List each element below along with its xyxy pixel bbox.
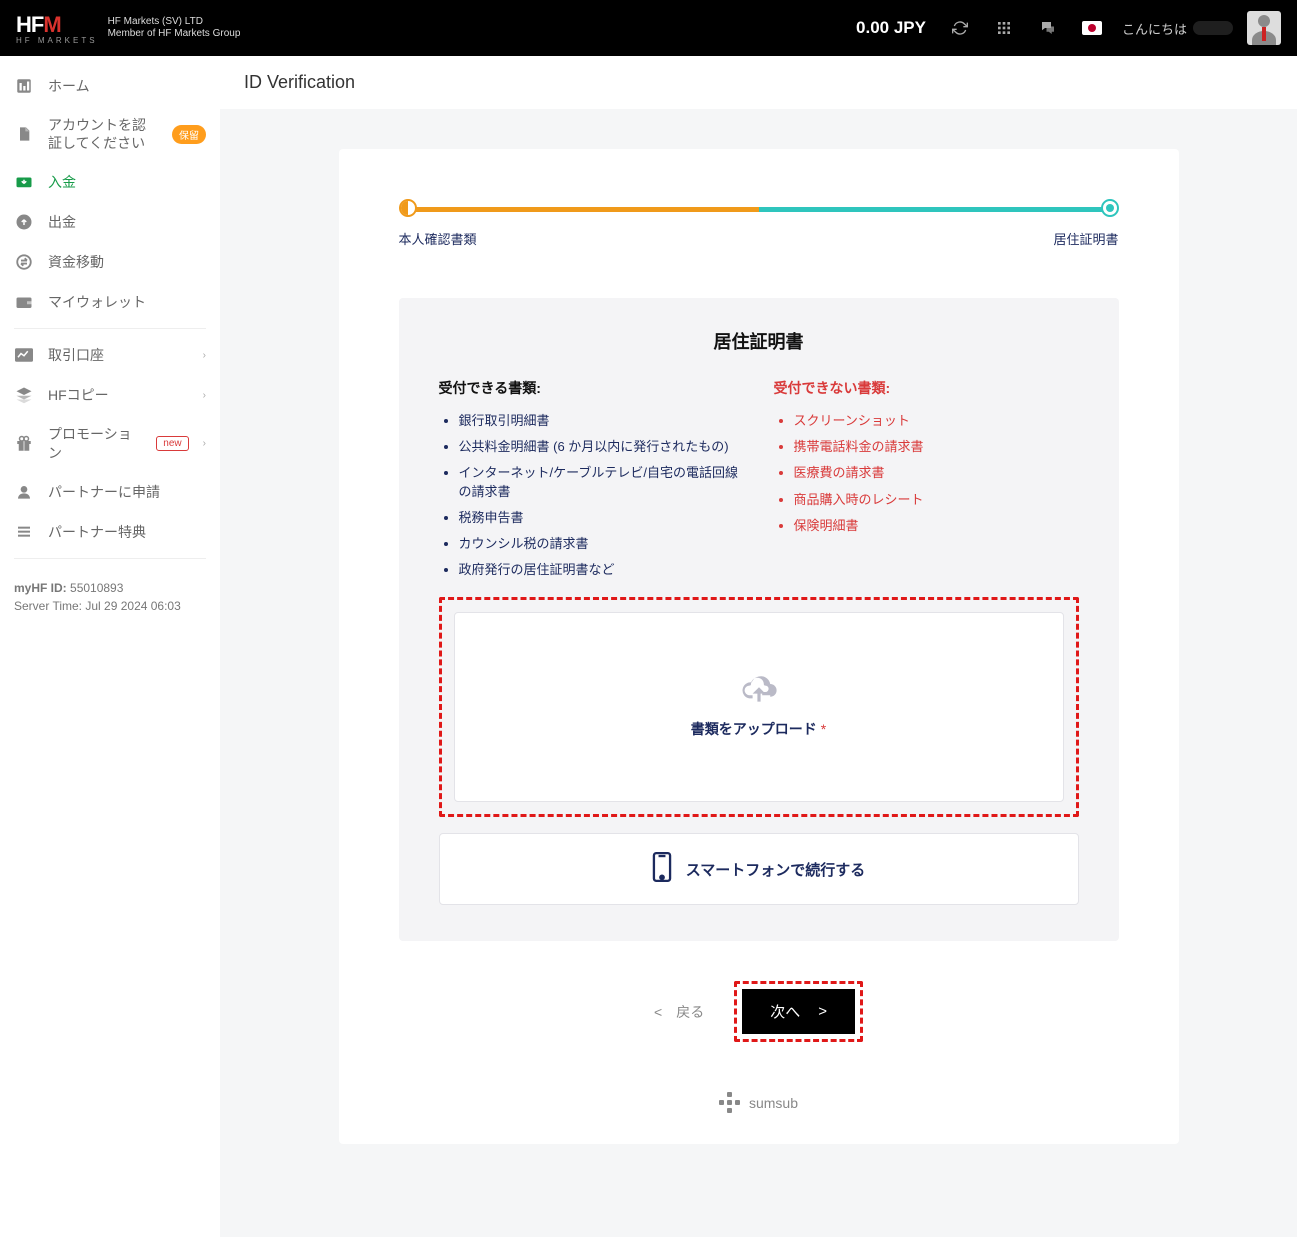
company-name: HF Markets (SV) LTD Member of HF Markets… <box>108 16 241 40</box>
sidebar-footer: myHF ID: 55010893 Server Time: Jul 29 20… <box>0 565 220 633</box>
sidebar-item-label: プロモーション <box>48 425 142 461</box>
step-residence: 居住証明書 <box>1053 199 1118 248</box>
step-dot-done-icon <box>1101 199 1119 217</box>
chevron-right-icon: › <box>203 438 206 449</box>
list-item: 保険明細書 <box>794 517 1079 535</box>
person-icon <box>14 482 34 502</box>
list-item: 政府発行の居住証明書など <box>459 561 744 579</box>
chat-icon[interactable] <box>1032 12 1064 44</box>
upload-label: 書類をアップロード <box>691 721 817 737</box>
sidebar-item-verify[interactable]: アカウントを認証してください 保留 <box>0 106 220 162</box>
navigation-row: < 戻る 次へ > <box>399 981 1119 1042</box>
list-icon <box>14 522 34 542</box>
sidebar-item-deposit[interactable]: 入金 <box>0 162 220 202</box>
chart-icon <box>14 345 34 365</box>
list-item: 商品購入時のレシート <box>794 491 1079 509</box>
sidebar-item-label: アカウントを認証してください <box>48 116 158 152</box>
sidebar-item-label: 資金移動 <box>48 253 206 271</box>
sidebar-divider <box>14 328 206 329</box>
sidebar-item-partner-apply[interactable]: パートナーに申請 <box>0 472 220 512</box>
sidebar: ホーム アカウントを認証してください 保留 入金 出金 資金移動 マイウォレット… <box>0 56 220 1237</box>
document-icon <box>14 124 34 144</box>
balance-display: 0.00 JPY <box>856 18 926 38</box>
step-dot-half-icon <box>399 199 417 217</box>
wallet-icon <box>14 292 34 312</box>
sidebar-item-accounts[interactable]: 取引口座 › <box>0 335 220 375</box>
sidebar-item-wallet[interactable]: マイウォレット <box>0 282 220 322</box>
sidebar-item-label: 取引口座 <box>48 346 189 364</box>
sumsub-branding: sumsub <box>399 1092 1119 1114</box>
new-badge: new <box>156 436 188 451</box>
gift-icon <box>14 434 34 454</box>
sidebar-item-label: HFコピー <box>48 386 189 404</box>
sidebar-item-transfer[interactable]: 資金移動 <box>0 242 220 282</box>
greeting-text: こんにちは <box>1122 19 1187 38</box>
sidebar-item-partner-benefits[interactable]: パートナー特典 <box>0 512 220 552</box>
logo-subtext: HF MARKETS <box>16 36 98 45</box>
list-item: 公共料金明細書 (6 か月以内に発行されたもの) <box>459 438 744 456</box>
list-item: 医療費の請求書 <box>794 464 1079 482</box>
rejected-list: スクリーンショット 携帯電話料金の請求書 医療費の請求書 商品購入時のレシート … <box>774 412 1079 535</box>
sidebar-item-label: 入金 <box>48 173 206 191</box>
sidebar-item-promotions[interactable]: プロモーション new › <box>0 415 220 471</box>
logo-area[interactable]: HFM HF MARKETS HF Markets (SV) LTD Membe… <box>16 12 240 45</box>
page-title: ID Verification <box>220 56 1297 109</box>
document-panel: 居住証明書 受付できる書類: 銀行取引明細書 公共料金明細書 (6 か月以内に発… <box>399 298 1119 941</box>
accepted-list: 銀行取引明細書 公共料金明細書 (6 か月以内に発行されたもの) インターネット… <box>439 412 744 579</box>
cloud-upload-icon <box>739 676 779 711</box>
list-item: インターネット/ケーブルテレビ/自宅の電話回線の請求書 <box>459 464 744 500</box>
chevron-right-icon: › <box>203 350 206 361</box>
sidebar-item-label: ホーム <box>48 77 206 95</box>
smartphone-icon <box>652 852 672 886</box>
username-placeholder <box>1193 21 1233 35</box>
required-star: * <box>821 721 826 737</box>
main-content: ID Verification 本人確認書類 居住証明書 居住証明書 <box>220 56 1297 1237</box>
chevron-left-icon: < <box>654 1004 662 1020</box>
deposit-icon <box>14 172 34 192</box>
sidebar-item-label: 出金 <box>48 213 206 231</box>
sidebar-item-label: パートナー特典 <box>48 523 206 541</box>
list-item: 銀行取引明細書 <box>459 412 744 430</box>
rejected-documents: 受付できない書類: スクリーンショット 携帯電話料金の請求書 医療費の請求書 商… <box>774 378 1079 587</box>
verification-card: 本人確認書類 居住証明書 居住証明書 受付できる書類: 銀行取引明細書 <box>339 149 1179 1144</box>
continue-on-phone-button[interactable]: スマートフォンで続行する <box>439 833 1079 905</box>
chevron-right-icon: › <box>203 390 206 401</box>
transfer-icon <box>14 252 34 272</box>
avatar[interactable] <box>1247 11 1281 45</box>
upload-dropzone[interactable]: 書類をアップロード* <box>454 612 1064 802</box>
sumsub-icon <box>719 1092 741 1114</box>
panel-title: 居住証明書 <box>439 328 1079 354</box>
sidebar-item-home[interactable]: ホーム <box>0 66 220 106</box>
progress-steps: 本人確認書類 居住証明書 <box>399 199 1119 248</box>
list-item: 税務申告書 <box>459 509 744 527</box>
flag-jp-icon[interactable] <box>1076 12 1108 44</box>
list-item: スクリーンショット <box>794 412 1079 430</box>
pending-badge: 保留 <box>172 125 206 144</box>
sidebar-item-label: パートナーに申請 <box>48 483 206 501</box>
accepted-documents: 受付できる書類: 銀行取引明細書 公共料金明細書 (6 か月以内に発行されたもの… <box>439 378 744 587</box>
step-identity: 本人確認書類 <box>399 199 477 248</box>
sidebar-divider <box>14 558 206 559</box>
next-button[interactable]: 次へ > <box>742 989 855 1034</box>
apps-icon[interactable] <box>988 12 1020 44</box>
home-icon <box>14 76 34 96</box>
accepted-title: 受付できる書類: <box>439 378 744 398</box>
list-item: カウンシル税の請求書 <box>459 535 744 553</box>
sidebar-item-label: マイウォレット <box>48 293 206 311</box>
sidebar-item-withdraw[interactable]: 出金 <box>0 202 220 242</box>
upload-highlight: 書類をアップロード* <box>439 597 1079 817</box>
logo-text: HFM <box>16 12 98 38</box>
refresh-icon[interactable] <box>944 12 976 44</box>
chevron-right-icon: > <box>818 1003 827 1020</box>
back-button[interactable]: < 戻る <box>654 1002 704 1022</box>
rejected-title: 受付できない書類: <box>774 378 1079 398</box>
top-header: HFM HF MARKETS HF Markets (SV) LTD Membe… <box>0 0 1297 56</box>
sidebar-item-hfcopy[interactable]: HFコピー › <box>0 375 220 415</box>
list-item: 携帯電話料金の請求書 <box>794 438 1079 456</box>
layers-icon <box>14 385 34 405</box>
next-highlight: 次へ > <box>734 981 863 1042</box>
withdraw-icon <box>14 212 34 232</box>
